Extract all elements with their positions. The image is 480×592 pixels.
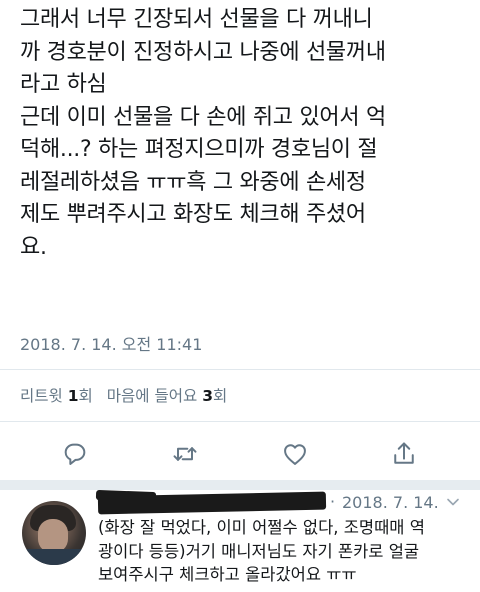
retweet-icon[interactable] [171,440,199,468]
tweet-line: 레절레하셨음 ㅠㅠ흑 그 와중에 손세정 [20,169,366,195]
tweet-timestamp[interactable]: 2018. 7. 14. 오전 11:41 [20,331,202,355]
reply-date[interactable]: 2018. 7. 14. [342,493,439,512]
like-stat[interactable]: 마음에 들어요 3회 [107,387,228,405]
tweet-line: 요. [20,234,47,260]
retweet-label: 리트윗 [20,387,63,405]
separator-dot: · [330,492,336,511]
section-separator [0,480,480,490]
retweet-count: 1 [67,387,79,405]
divider [0,421,480,422]
like-icon[interactable] [281,440,309,468]
chevron-down-icon[interactable] [446,495,460,509]
reply-line: (화장 잘 먹었다, 이미 어쩔수 없다, 조명때매 역 [98,518,425,537]
retweet-stat[interactable]: 리트윗 1회 [20,387,93,405]
reply-line: 보여주시구 체크하고 올라갔어요 ㅠㅠ [98,565,357,584]
tweet-line: 라고 하심 [20,72,107,97]
redaction-mark [97,491,327,515]
divider [0,369,480,370]
tweet-stats: 리트윗 1회 마음에 들어요 3회 [20,384,227,406]
tweet-line: 그래서 너무 긴장되서 선물을 다 꺼내니 [20,7,373,32]
like-count: 3 [202,387,214,405]
avatar[interactable] [22,501,86,565]
retweet-unit: 회 [78,387,93,405]
tweet-line: 근데 이미 선물을 다 손에 쥐고 있어서 억 [20,104,386,130]
share-icon[interactable] [390,440,418,468]
tweet-line: 덕해...? 하는 펴정지으미까 경호님이 절 [20,137,378,162]
tweet-line: 까 경호분이 진정하시고 나중에 선물꺼내 [20,39,386,65]
tweet-text: 그래서 너무 긴장되서 선물을 다 꺼내니 까 경호분이 진정하시고 나중에 선… [20,4,470,264]
reply-text: (화장 잘 먹었다, 이미 어쩔수 없다, 조명때매 역 광이다 등등)거기 매… [98,516,473,587]
action-bar [0,432,480,476]
like-unit: 회 [213,387,228,405]
like-label: 마음에 들어요 [106,387,198,405]
reply-tweet[interactable]: · 2018. 7. 14. (화장 잘 먹었다, 이미 어쩔수 없다, 조명때… [0,489,480,592]
reply-icon[interactable] [61,440,89,468]
reply-line: 광이다 등등)거기 매니저님도 자기 폰카로 얼굴 [98,541,420,561]
tweet-line: 제도 뿌려주시고 화장도 체크해 주셨어 [20,202,366,227]
